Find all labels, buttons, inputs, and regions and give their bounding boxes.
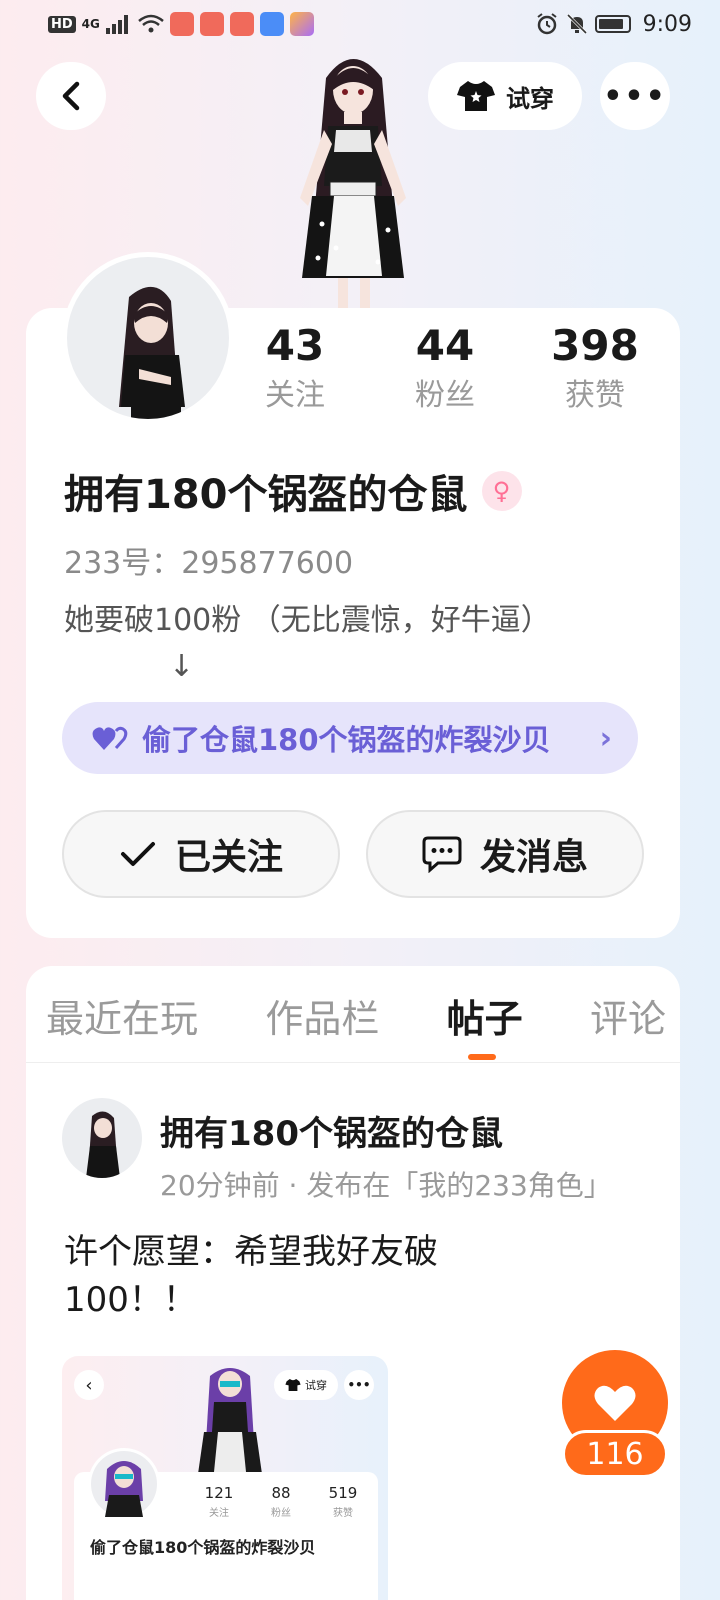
thumb-likes-label: 获赞 [333, 1508, 353, 1519]
app-notification-icon [229, 12, 254, 36]
thumb-followers-label: 粉丝 [271, 1508, 291, 1519]
avatar-figure [86, 1111, 120, 1178]
likes-label: 获赞 [565, 378, 625, 413]
avatar-figure [105, 1461, 143, 1517]
following-count: 43 [265, 321, 325, 370]
try-on-label: 试穿 [506, 84, 554, 113]
chevron-right-icon: › [599, 720, 612, 756]
profile-nickname: 拥有180个锅盔的仓鼠 [64, 472, 468, 518]
post-author-avatar[interactable] [62, 1098, 142, 1178]
chat-icon [422, 836, 462, 873]
following-label: 关注 [265, 378, 325, 413]
app-notification-icon [199, 12, 224, 36]
relationship-link[interactable]: 偷了仓鼠180个锅盔的炸裂沙贝 › [62, 702, 638, 774]
female-icon: ♀ [481, 471, 522, 511]
back-icon [62, 81, 80, 111]
post-author-name[interactable]: 拥有180个锅盔的仓鼠 [160, 1106, 503, 1155]
battery-icon [594, 15, 631, 33]
more-icon: ••• [344, 1370, 374, 1400]
profile-avatar[interactable] [62, 252, 234, 424]
profile-tabs: 最近在玩 作品栏 帖子 评论 [46, 988, 666, 1043]
profile-bio: 她要破100粉 （无比震惊，好牛逼） ↓ [64, 603, 551, 684]
following-button[interactable]: 已关注 [62, 810, 340, 898]
tshirt-icon [285, 1379, 301, 1391]
thumb-following-count: 121 [204, 1484, 234, 1502]
double-heart-icon [92, 726, 128, 750]
thumb-try-on: 试穿 [274, 1370, 338, 1400]
avatar-figure [119, 286, 185, 419]
tab-divider [26, 1062, 680, 1063]
followers-label: 粉丝 [415, 378, 475, 413]
message-button[interactable]: 发消息 [366, 810, 644, 898]
like-count: 116 [562, 1430, 668, 1478]
active-tab-indicator [468, 1054, 496, 1060]
thumb-likes-count: 519 [328, 1484, 358, 1502]
likes-count: 398 [551, 321, 639, 370]
heart-icon [594, 1385, 636, 1421]
thumb-avatar [88, 1448, 160, 1520]
status-bar: HD 4G 9:09 [0, 0, 720, 48]
followers-count: 44 [415, 321, 475, 370]
post-text[interactable]: 许个愿望：希望我好友破100！！ [64, 1228, 544, 1324]
avatar-3d-figure [198, 1368, 262, 1474]
thumb-followers-count: 88 [271, 1484, 291, 1502]
app-notification-icon [169, 12, 194, 36]
thumb-nickname: 偷了仓鼠180个锅盔的炸裂沙贝 [90, 1538, 316, 1557]
network-type: 4G [81, 17, 100, 31]
message-button-label: 发消息 [479, 837, 588, 878]
following-stat[interactable]: 43 关注 [225, 318, 365, 418]
app-notification-icon [259, 12, 284, 36]
avatar-3d-figure[interactable] [278, 48, 428, 310]
user-id: 233号：295877600 [64, 546, 354, 581]
tshirt-icon [457, 81, 495, 111]
app-notification-icon [289, 12, 314, 36]
thumb-followers: 88 粉丝 [256, 1484, 306, 1519]
likes-stat[interactable]: 398 获赞 [525, 318, 665, 418]
back-button[interactable] [36, 62, 106, 130]
tab-posts[interactable]: 帖子 [447, 988, 523, 1043]
thumb-likes: 519 获赞 [318, 1484, 368, 1519]
relationship-label: 偷了仓鼠180个锅盔的炸裂沙贝 [142, 723, 551, 757]
wifi-icon [138, 14, 164, 33]
tab-recently-played[interactable]: 最近在玩 [46, 988, 198, 1043]
mute-icon [566, 13, 587, 35]
more-icon: ••• [603, 78, 667, 114]
post-meta: 20分钟前 · 发布在「我的233角色」 [160, 1169, 612, 1202]
following-button-label: 已关注 [174, 837, 283, 878]
hd-icon: HD [48, 15, 76, 33]
alarm-icon [536, 13, 557, 35]
more-button[interactable]: ••• [600, 62, 670, 130]
signal-icon [105, 15, 128, 34]
followers-stat[interactable]: 44 粉丝 [375, 318, 515, 418]
thumb-following: 121 关注 [194, 1484, 244, 1519]
try-on-button[interactable]: 试穿 [428, 62, 582, 130]
back-icon: ‹ [74, 1370, 104, 1400]
clock: 9:09 [642, 11, 692, 37]
thumb-following-label: 关注 [209, 1508, 229, 1519]
post-image[interactable]: ‹ 试穿 ••• 121 关注 88 粉丝 519 获赞 偷了仓鼠180个锅盔的… [62, 1356, 388, 1600]
thumb-try-on-label: 试穿 [305, 1379, 327, 1392]
tab-comments[interactable]: 评论 [590, 988, 666, 1043]
tab-works[interactable]: 作品栏 [265, 988, 379, 1043]
nickname-row: 拥有180个锅盔的仓鼠 ♀ [64, 462, 522, 520]
check-icon [120, 842, 155, 866]
